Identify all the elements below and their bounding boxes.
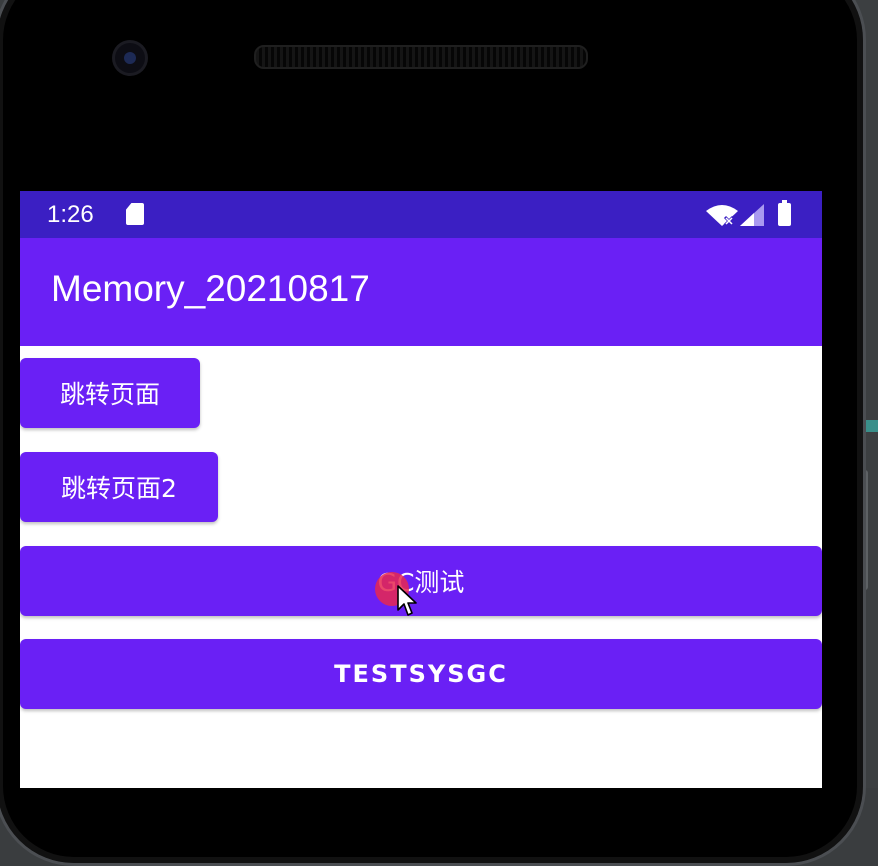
- mouse-cursor-icon: [397, 585, 417, 616]
- sd-card-icon: [126, 203, 144, 225]
- jump-page-button-label: 跳转页面: [59, 380, 160, 409]
- status-time: 1:26: [47, 201, 94, 228]
- jump-page-2-button-label: 跳转页面2: [61, 474, 177, 503]
- front-camera: [115, 43, 145, 73]
- app-title: Memory_20210817: [51, 268, 370, 309]
- app-toolbar: Memory_20210817: [20, 238, 822, 346]
- status-bar: 1:26: [20, 191, 822, 238]
- jump-page-2-button[interactable]: 跳转页面2: [20, 452, 218, 522]
- signal-icon: [740, 204, 764, 226]
- earpiece-speaker: [254, 45, 588, 69]
- wifi-off-icon: [706, 205, 738, 227]
- gc-test-button[interactable]: GC测试: [20, 546, 822, 616]
- test-sys-gc-button-label: TESTSYSGC: [334, 660, 508, 688]
- test-sys-gc-button[interactable]: TESTSYSGC: [20, 639, 822, 709]
- battery-icon: [778, 200, 791, 226]
- device-screen: 1:26 Memory_20210817 跳转页面 跳转页面2 GC测试 TES…: [20, 191, 822, 788]
- jump-page-button[interactable]: 跳转页面: [20, 358, 200, 428]
